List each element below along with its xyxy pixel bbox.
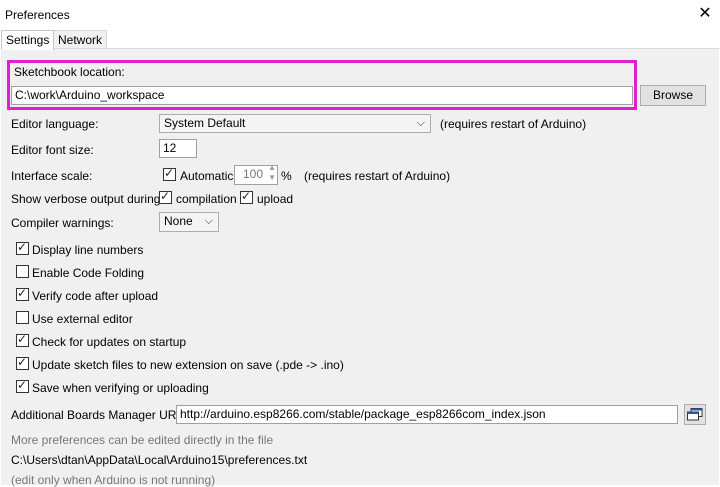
interface-scale-input[interactable]: 100 ▲ ▼	[234, 165, 278, 185]
display-line-numbers-checkbox[interactable]	[16, 240, 29, 255]
edit-urls-button[interactable]	[684, 404, 706, 425]
verify-after-upload-label: Verify code after upload	[32, 289, 159, 303]
save-when-verifying-label: Save when verifying or uploading	[32, 381, 209, 395]
display-line-numbers-label: Display line numbers	[32, 243, 144, 257]
editor-language-note: (requires restart of Arduino)	[440, 117, 587, 131]
window-title: Preferences	[5, 8, 70, 22]
boards-manager-urls-input[interactable]: http://arduino.esp8266.com/stable/packag…	[176, 405, 678, 424]
editor-font-size-label: Editor font size:	[11, 143, 94, 157]
compilation-checkbox[interactable]	[159, 189, 172, 204]
check-updates-checkbox[interactable]	[16, 332, 29, 347]
update-sketch-extension-label: Update sketch files to new extension on …	[32, 358, 344, 372]
editor-language-label: Editor language:	[11, 117, 99, 131]
close-icon[interactable]: ✕	[696, 5, 714, 23]
interface-scale-value: 100	[242, 167, 263, 181]
chevron-down-icon: ⌵	[416, 117, 425, 129]
boards-manager-label: Additional Boards Manager URLs:	[11, 408, 193, 422]
editor-language-value: System Default	[164, 116, 246, 130]
tab-settings[interactable]: Settings	[1, 30, 55, 50]
upload-checkbox[interactable]	[240, 189, 253, 204]
compiler-warnings-select[interactable]: None ⌵	[159, 212, 219, 232]
upload-label: upload	[257, 192, 294, 206]
interface-scale-unit: %	[281, 169, 292, 183]
edit-note-text: (edit only when Arduino is not running)	[11, 473, 216, 487]
browse-button[interactable]: Browse	[640, 85, 706, 106]
automatic-label: Automatic	[180, 169, 234, 183]
editor-language-select[interactable]: System Default ⌵	[159, 114, 431, 133]
tab-network[interactable]: Network	[53, 30, 108, 49]
sketchbook-label: Sketchbook location:	[14, 65, 125, 79]
interface-scale-label: Interface scale:	[11, 169, 93, 183]
preferences-file-path: C:\Users\dtan\AppData\Local\Arduino15\pr…	[11, 453, 308, 467]
window-icon	[687, 408, 703, 421]
verify-after-upload-checkbox[interactable]	[16, 286, 29, 301]
check-updates-label: Check for updates on startup	[32, 335, 187, 349]
chevron-down-icon: ⌵	[204, 215, 213, 227]
compiler-warnings-value: None	[164, 214, 193, 228]
sketchbook-location-input[interactable]: C:\work\Arduino_workspace	[11, 86, 633, 105]
enable-code-folding-checkbox[interactable]	[16, 265, 29, 278]
automatic-checkbox[interactable]	[163, 166, 176, 181]
verbose-output-label: Show verbose output during:	[11, 192, 164, 206]
interface-scale-note: (requires restart of Arduino)	[304, 169, 451, 183]
update-sketch-extension-checkbox[interactable]	[16, 355, 29, 370]
editor-font-size-input[interactable]: 12	[159, 139, 197, 158]
compilation-label: compilation	[176, 192, 237, 206]
compiler-warnings-label: Compiler warnings:	[11, 216, 114, 230]
save-when-verifying-checkbox[interactable]	[16, 378, 29, 393]
more-preferences-text: More preferences can be edited directly …	[11, 433, 274, 447]
use-external-editor-label: Use external editor	[32, 312, 133, 326]
title-bar: Preferences ✕	[0, 0, 720, 30]
spinner-icon[interactable]: ▲ ▼	[268, 166, 276, 183]
use-external-editor-checkbox[interactable]	[16, 311, 29, 324]
enable-code-folding-label: Enable Code Folding	[32, 266, 145, 280]
